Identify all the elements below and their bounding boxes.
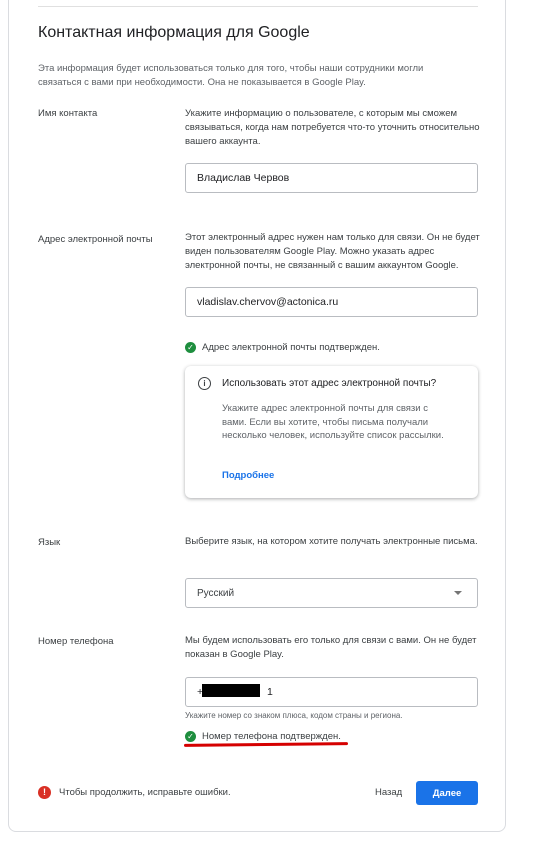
- error-message: ! Чтобы продолжить, исправьте ошибки.: [38, 786, 231, 799]
- phone-value-suffix: 1: [266, 686, 273, 698]
- check-circle-icon: ✓: [185, 731, 196, 742]
- email-label: Адрес электронной почты: [38, 234, 153, 245]
- learn-more-link[interactable]: Подробнее: [222, 470, 274, 481]
- info-icon: i: [198, 377, 211, 390]
- email-value: vladislav.chervov@actonica.ru: [197, 296, 339, 308]
- phone-label: Номер телефона: [38, 636, 114, 647]
- contact-name-label: Имя контакта: [38, 108, 98, 119]
- check-circle-icon: ✓: [185, 342, 196, 353]
- section-intro: Эта информация будет использоваться толь…: [38, 63, 424, 88]
- phone-hint: Укажите номер со знаком плюса, кодом стр…: [185, 711, 403, 720]
- email-input[interactable]: vladislav.chervov@actonica.ru: [185, 287, 478, 317]
- email-description: Этот электронный адрес нужен нам только …: [185, 232, 480, 271]
- email-verified-status: ✓ Адрес электронной почты подтвержден.: [185, 342, 380, 353]
- next-button[interactable]: Далее: [416, 781, 478, 805]
- email-info-card: i Использовать этот адрес электронной по…: [185, 366, 478, 498]
- language-select[interactable]: Русский: [185, 578, 478, 608]
- contact-name-input[interactable]: Владислав Червов: [185, 163, 478, 193]
- section-title: Контактная информация для Google: [38, 24, 310, 41]
- phone-description: Мы будем использовать его только для свя…: [185, 635, 477, 660]
- contact-name-value: Владислав Червов: [197, 172, 290, 184]
- redaction-bar: [202, 684, 260, 697]
- contact-name-description: Укажите информацию о пользователе, с кот…: [185, 108, 480, 147]
- error-icon: !: [38, 786, 51, 799]
- email-info-title: Использовать этот адрес электронной почт…: [222, 378, 437, 389]
- language-description: Выберите язык, на котором хотите получат…: [185, 536, 478, 547]
- phone-status-text: Номер телефона подтвержден.: [202, 731, 341, 742]
- phone-verified-status: ✓ Номер телефона подтвержден.: [185, 731, 341, 742]
- language-label: Язык: [38, 537, 61, 548]
- dropdown-arrow-icon: [454, 591, 462, 595]
- back-button[interactable]: Назад: [366, 781, 411, 803]
- error-text: Чтобы продолжить, исправьте ошибки.: [59, 787, 231, 798]
- email-info-body: Укажите адрес электронной почты для связ…: [222, 403, 444, 441]
- language-selected-value: Русский: [197, 587, 235, 599]
- top-divider: [38, 6, 478, 7]
- email-status-text: Адрес электронной почты подтвержден.: [202, 342, 380, 353]
